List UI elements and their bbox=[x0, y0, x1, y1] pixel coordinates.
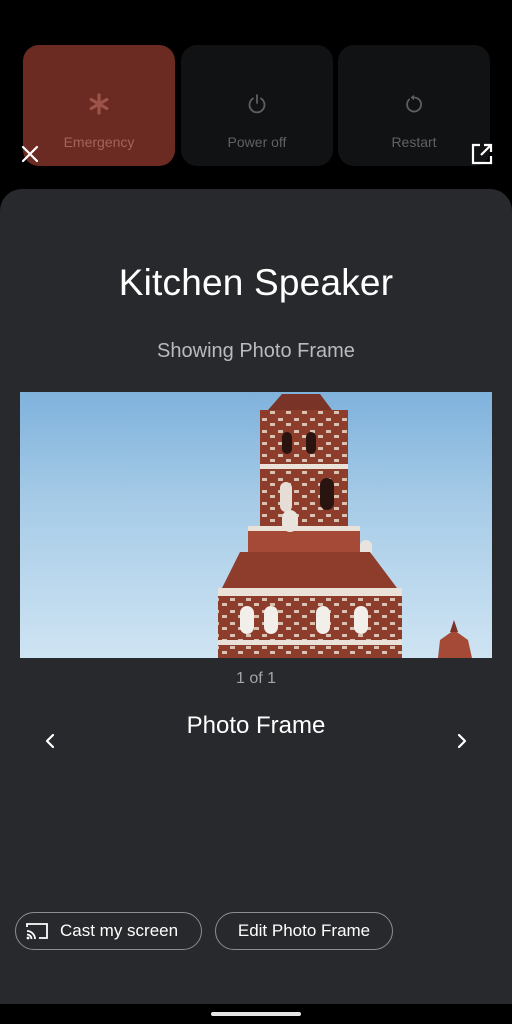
edit-photo-frame-label: Edit Photo Frame bbox=[237, 921, 371, 940]
restart-label: Restart bbox=[391, 134, 437, 150]
device-title: Kitchen Speaker bbox=[118, 262, 394, 303]
restart-button[interactable]: Restart bbox=[338, 45, 490, 166]
cast-icon bbox=[26, 921, 50, 941]
cast-my-screen-button[interactable]: Cast my screen bbox=[15, 912, 202, 950]
photo-counter: 1 of 1 bbox=[235, 670, 277, 687]
power-off-button[interactable]: Power off bbox=[181, 45, 333, 166]
cast-my-screen-label: Cast my screen bbox=[60, 921, 179, 940]
power-icon bbox=[181, 93, 333, 115]
power-menu-screen: Emergency Power off Restart Kitchen Spea… bbox=[0, 0, 512, 1024]
emergency-button[interactable]: Emergency bbox=[23, 45, 175, 166]
restart-icon bbox=[338, 93, 490, 115]
emergency-label: Emergency bbox=[63, 134, 135, 150]
chevron-right-icon[interactable] bbox=[449, 728, 475, 754]
edit-photo-frame-button[interactable]: Edit Photo Frame bbox=[215, 912, 393, 950]
device-status-subtitle: Showing Photo Frame bbox=[157, 340, 355, 362]
gesture-navigation-bar[interactable] bbox=[211, 1012, 301, 1016]
power-off-label: Power off bbox=[227, 134, 287, 150]
close-icon[interactable] bbox=[17, 141, 43, 167]
asterisk-icon bbox=[23, 93, 175, 115]
photo-frame-name: Photo Frame bbox=[186, 712, 326, 739]
open-in-new-icon[interactable] bbox=[469, 141, 495, 167]
photo-frame-image bbox=[20, 392, 492, 658]
